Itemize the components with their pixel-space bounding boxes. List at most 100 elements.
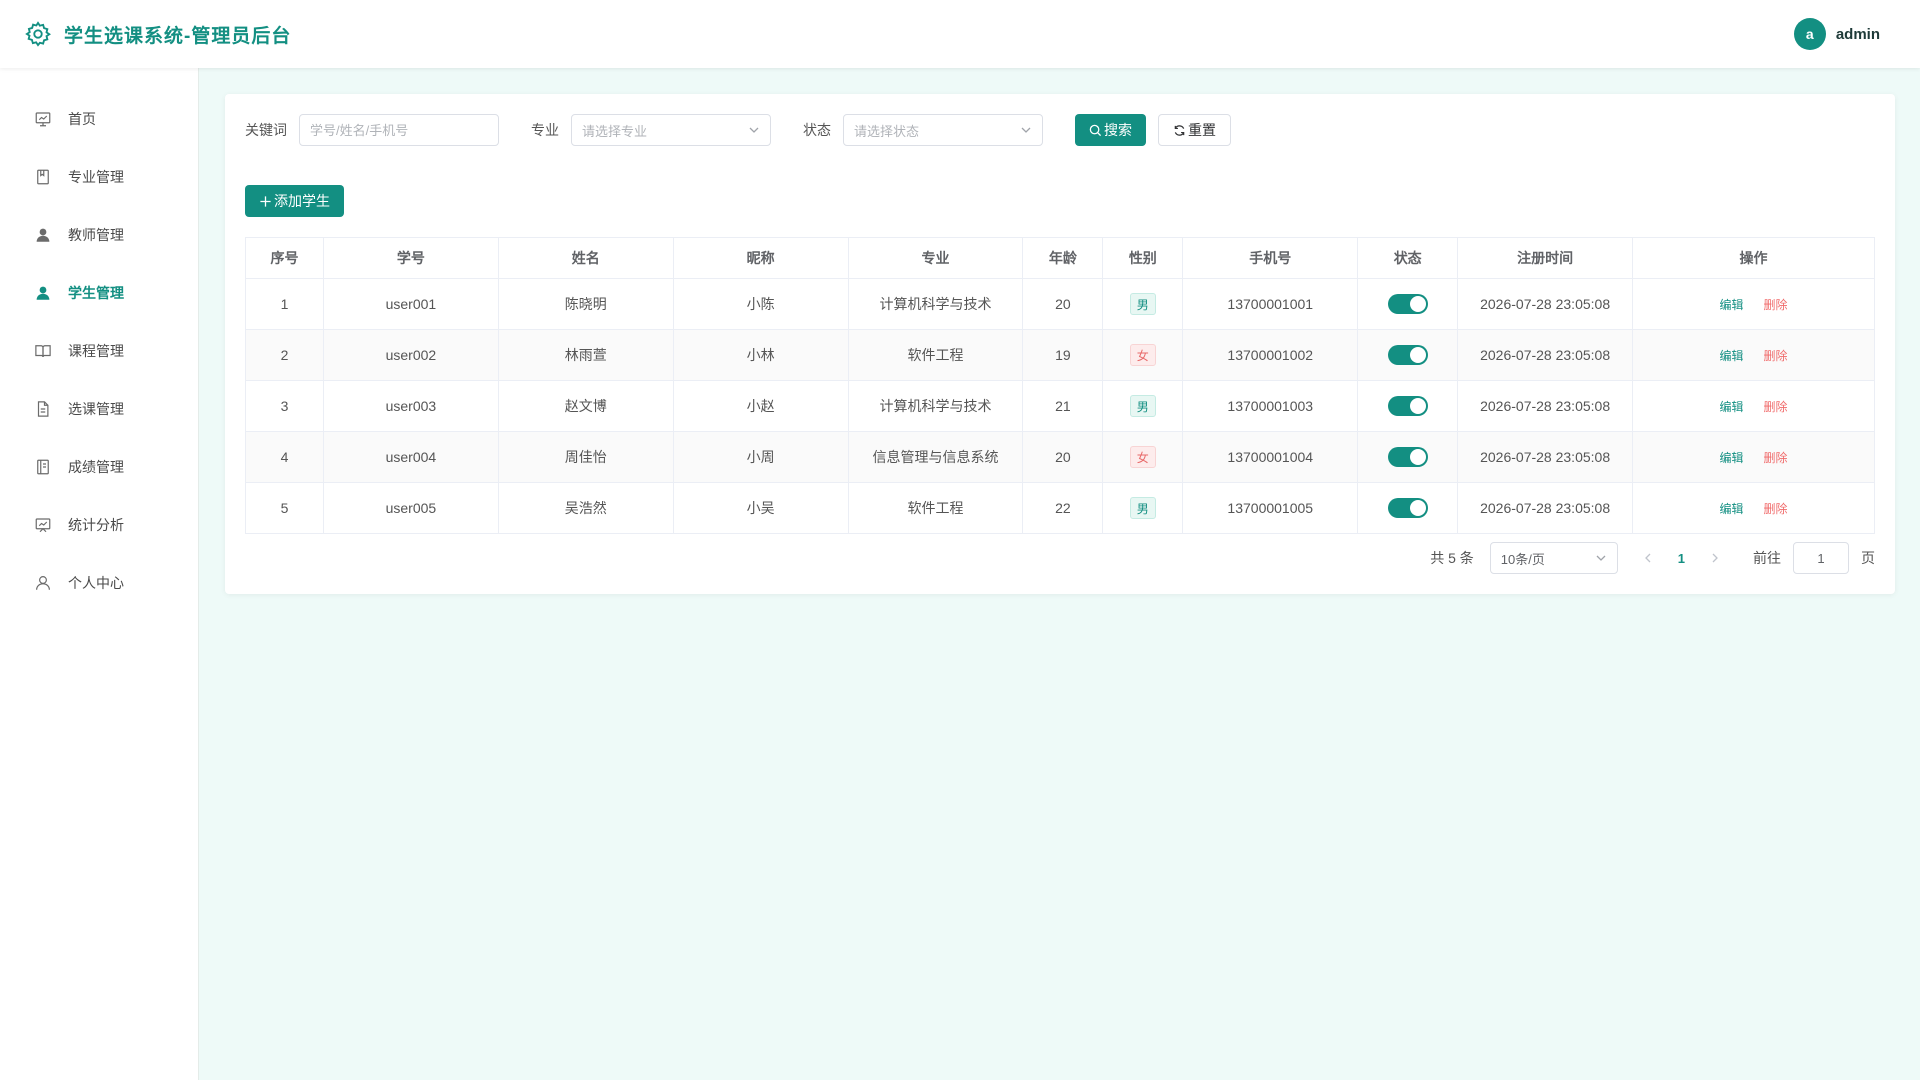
edit-link[interactable]: 编辑 (1720, 451, 1744, 465)
chevron-right-icon[interactable] (1709, 552, 1721, 564)
sidebar-item-label: 课程管理 (68, 343, 124, 359)
page-number[interactable]: 1 (1678, 551, 1685, 566)
cell-student-id: user002 (322, 329, 499, 381)
sidebar-item-enrollment[interactable]: 选课管理 (0, 380, 198, 438)
column-header: 操作 (1632, 237, 1875, 279)
gender-tag: 女 (1129, 446, 1156, 468)
sidebar-item-home[interactable]: 首页 (0, 90, 198, 148)
gender-tag: 男 (1129, 395, 1156, 417)
add-student-button[interactable]: 添加学生 (245, 185, 344, 217)
cell-register-time: 2026-07-28 23:05:08 (1457, 278, 1634, 330)
cell-name: 吴浩然 (497, 482, 674, 534)
delete-link[interactable]: 删除 (1764, 349, 1788, 363)
edit-link[interactable]: 编辑 (1720, 298, 1744, 312)
chevron-down-icon (1021, 127, 1031, 133)
major-select[interactable]: 请选择专业 (571, 114, 771, 146)
user-menu[interactable]: a admin (1793, 18, 1880, 50)
cell-no: 1 (245, 278, 324, 330)
user-filled-icon (34, 226, 52, 244)
sidebar-item-students[interactable]: 学生管理 (0, 264, 198, 322)
column-header: 学号 (322, 237, 499, 279)
major-select-placeholder: 请选择专业 (582, 123, 648, 139)
cell-nickname: 小赵 (672, 380, 849, 432)
avatar[interactable]: a (1793, 18, 1826, 50)
column-header: 昵称 (672, 237, 849, 279)
sidebar-item-profile[interactable]: 个人中心 (0, 554, 198, 612)
gender-tag: 男 (1129, 497, 1156, 519)
edit-link[interactable]: 编辑 (1720, 400, 1744, 414)
edit-link[interactable]: 编辑 (1720, 349, 1744, 363)
cell-no: 3 (245, 380, 324, 432)
cell-major: 计算机科学与技术 (847, 380, 1024, 432)
column-header: 状态 (1357, 237, 1459, 279)
open-book-icon (34, 342, 52, 360)
keyword-input[interactable] (299, 114, 499, 146)
cell-student-id: user003 (322, 380, 499, 432)
column-header: 姓名 (497, 237, 674, 279)
cell-name: 林雨萱 (497, 329, 674, 381)
sidebar-item-label: 教师管理 (68, 227, 124, 243)
cell-register-time: 2026-07-28 23:05:08 (1457, 329, 1634, 381)
delete-link[interactable]: 删除 (1764, 400, 1788, 414)
delete-link[interactable]: 删除 (1764, 451, 1788, 465)
column-header: 性别 (1102, 237, 1184, 279)
sidebar-item-label: 成绩管理 (68, 459, 124, 475)
add-student-button-label: 添加学生 (274, 193, 330, 209)
cell-age: 21 (1022, 380, 1104, 432)
goto-label: 前往 (1753, 550, 1781, 566)
username[interactable]: admin (1836, 26, 1880, 43)
status-toggle[interactable] (1387, 345, 1428, 365)
sidebar-item-majors[interactable]: 专业管理 (0, 148, 198, 206)
document-icon (34, 400, 52, 418)
sidebar-item-teachers[interactable]: 教师管理 (0, 206, 198, 264)
edit-link[interactable]: 编辑 (1720, 502, 1744, 516)
status-toggle[interactable] (1387, 294, 1428, 314)
cell-age: 22 (1022, 482, 1104, 534)
delete-link[interactable]: 删除 (1764, 502, 1788, 516)
cell-student-id: user004 (322, 431, 499, 483)
major-label: 专业 (531, 122, 559, 138)
status-toggle[interactable] (1387, 447, 1428, 467)
cell-nickname: 小周 (672, 431, 849, 483)
cell-student-id: user005 (322, 482, 499, 534)
goto-page-input[interactable] (1793, 542, 1849, 574)
cell-no: 4 (245, 431, 324, 483)
sidebar-item-label: 专业管理 (68, 169, 124, 185)
status-select[interactable]: 请选择状态 (843, 114, 1043, 146)
search-icon (1089, 124, 1102, 136)
reset-button-label: 重置 (1188, 122, 1216, 138)
table-row: 4 user004 周佳怡 小周 信息管理与信息系统 20 女 13700001… (245, 431, 1875, 483)
user-filled-icon (34, 284, 52, 302)
page-size-select[interactable]: 10条/页 (1489, 542, 1618, 574)
status-toggle[interactable] (1387, 498, 1428, 518)
cell-no: 2 (245, 329, 324, 381)
sidebar-item-courses[interactable]: 课程管理 (0, 322, 198, 380)
cell-nickname: 小林 (672, 329, 849, 381)
table-header-row: 序号 学号 姓名 昵称 专业 年龄 性别 手机号 状态 注册时间 操作 (245, 237, 1875, 279)
sidebar-item-grades[interactable]: 成绩管理 (0, 438, 198, 496)
top-header: 学生选课系统-管理员后台 a admin (0, 0, 1920, 68)
total-count: 共 5 条 (1430, 550, 1474, 566)
reset-button[interactable]: 重置 (1158, 114, 1231, 146)
sidebar-item-label: 首页 (68, 111, 96, 127)
cell-register-time: 2026-07-28 23:05:08 (1457, 431, 1634, 483)
cell-phone: 13700001003 (1182, 380, 1359, 432)
chevron-down-icon (1596, 555, 1606, 561)
status-toggle[interactable] (1387, 396, 1428, 416)
search-button[interactable]: 搜索 (1075, 114, 1146, 146)
cell-major: 软件工程 (847, 329, 1024, 381)
cell-register-time: 2026-07-28 23:05:08 (1457, 380, 1634, 432)
sidebar: 首页 专业管理 教师管理 学生管理 课程管理 选课管理 成绩管理 统计分析 个人… (0, 68, 199, 1080)
column-header: 注册时间 (1457, 237, 1634, 279)
book-icon (34, 168, 52, 186)
cell-major: 信息管理与信息系统 (847, 431, 1024, 483)
cell-age: 20 (1022, 278, 1104, 330)
cell-phone: 13700001004 (1182, 431, 1359, 483)
user-outline-icon (34, 574, 52, 592)
gear-icon (25, 21, 51, 47)
sidebar-item-label: 个人中心 (68, 575, 124, 591)
page-suffix: 页 (1861, 550, 1875, 566)
sidebar-item-statistics[interactable]: 统计分析 (0, 496, 198, 554)
chevron-left-icon[interactable] (1642, 552, 1654, 564)
delete-link[interactable]: 删除 (1764, 298, 1788, 312)
